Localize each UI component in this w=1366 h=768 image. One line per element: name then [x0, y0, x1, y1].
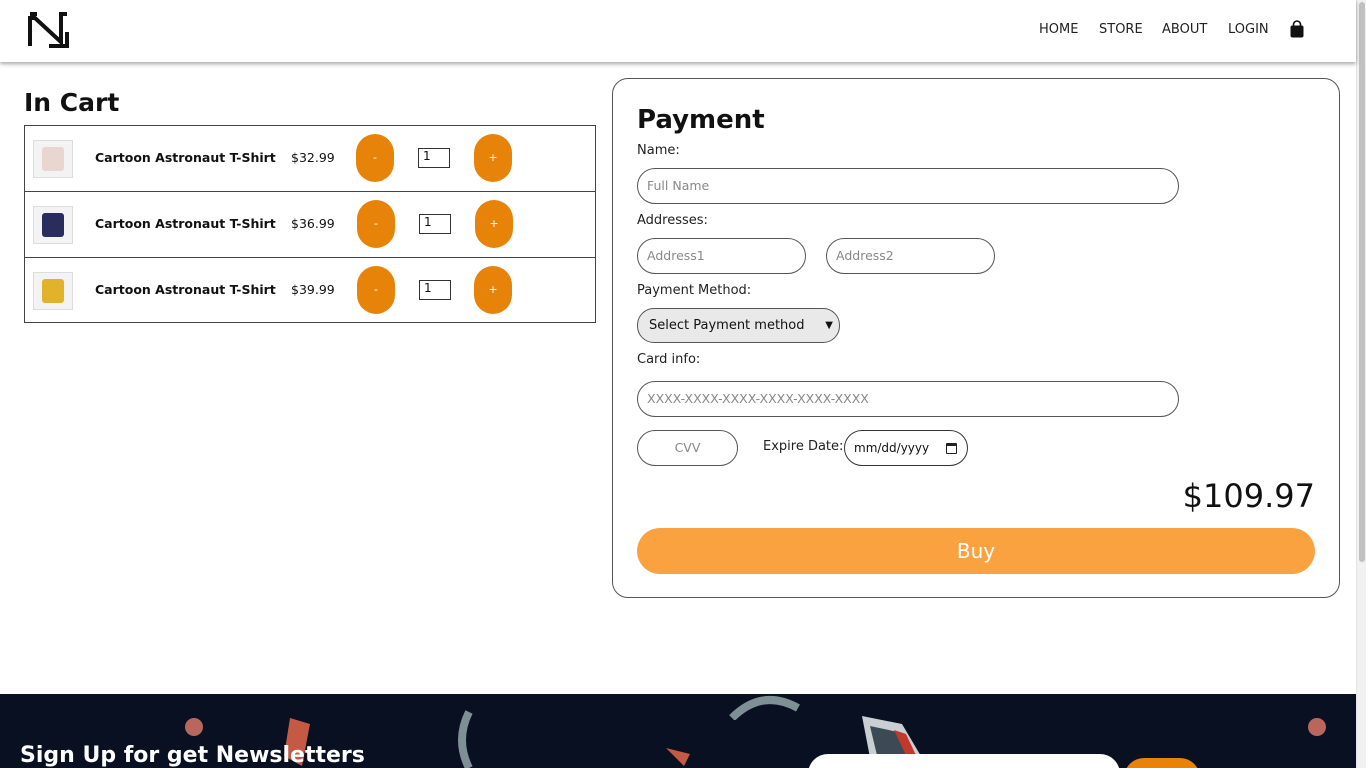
product-thumbnail[interactable] [33, 272, 73, 310]
cart-row: Cartoon Astronaut T-Shirt $36.99 - 1 + [25, 192, 595, 258]
expire-date-value: mm/dd/yyyy [854, 441, 930, 455]
addresses-label: Addresses: [637, 213, 708, 228]
cart-row: Cartoon Astronaut T-Shirt $32.99 - 1 + [25, 126, 595, 192]
cart-row: Cartoon Astronaut T-Shirt $39.99 - 1 + [25, 258, 595, 324]
payment-panel: Payment Name: Full Name Addresses: Addre… [612, 78, 1340, 598]
decrease-qty-button[interactable]: - [356, 134, 394, 182]
newsletter-footer: Sign Up for get Newsletters [0, 694, 1356, 768]
full-name-input[interactable]: Full Name [637, 168, 1179, 204]
newsletter-signup-button[interactable] [1124, 758, 1200, 768]
product-thumbnail[interactable] [33, 206, 73, 244]
product-name: Cartoon Astronaut T-Shirt [95, 282, 276, 297]
nav-home[interactable]: HOME [1039, 22, 1078, 37]
cart-title: In Cart [24, 88, 120, 117]
product-name: Cartoon Astronaut T-Shirt [95, 216, 276, 231]
increase-qty-button[interactable]: + [474, 134, 512, 182]
decoration-dot [185, 718, 203, 736]
expire-date-label: Expire Date: [763, 439, 844, 454]
shirt-image [42, 147, 64, 171]
order-total: $109.97 [1182, 477, 1315, 515]
shirt-image [42, 279, 64, 303]
decoration-shape [666, 748, 690, 766]
page-scrollbar[interactable] [1356, 0, 1366, 768]
expire-date-input[interactable]: mm/dd/yyyy [844, 430, 968, 466]
qty-input[interactable]: 1 [419, 214, 451, 234]
name-label: Name: [637, 143, 680, 158]
calendar-icon[interactable] [946, 443, 957, 454]
product-name: Cartoon Astronaut T-Shirt [95, 150, 276, 165]
qty-input[interactable]: 1 [418, 148, 450, 168]
payment-title: Payment [637, 105, 765, 135]
cart-table: Cartoon Astronaut T-Shirt $32.99 - 1 + C… [24, 125, 596, 323]
product-thumbnail[interactable] [33, 140, 73, 178]
decrease-qty-button[interactable]: - [357, 266, 395, 314]
nav-store[interactable]: STORE [1099, 22, 1143, 37]
site-header: HOME STORE ABOUT LOGIN [0, 0, 1356, 62]
decoration-shape [729, 696, 800, 720]
newsletter-email-input[interactable] [808, 754, 1120, 768]
increase-qty-button[interactable]: + [474, 266, 512, 314]
product-price: $39.99 [291, 282, 335, 297]
card-info-label: Card info: [637, 352, 701, 367]
address2-input[interactable]: Address2 [826, 238, 995, 274]
shopping-bag-icon[interactable] [1289, 20, 1305, 38]
nav-about[interactable]: ABOUT [1162, 22, 1207, 37]
scrollbar-thumb[interactable] [1359, 2, 1365, 562]
decrease-qty-button[interactable]: - [357, 200, 395, 248]
nav-login[interactable]: LOGIN [1228, 22, 1269, 37]
address1-input[interactable]: Address1 [637, 238, 806, 274]
chevron-down-icon: ▼ [825, 320, 833, 331]
payment-method-value: Select Payment method [649, 318, 805, 333]
shirt-image [42, 213, 64, 237]
decoration-dot [1308, 718, 1326, 736]
newsletter-title: Sign Up for get Newsletters [20, 743, 365, 768]
buy-button[interactable]: Buy [637, 528, 1315, 574]
brand-logo[interactable] [27, 12, 71, 48]
product-price: $32.99 [291, 150, 335, 165]
payment-method-select[interactable]: Select Payment method ▼ [637, 308, 840, 343]
decoration-shape [458, 710, 473, 768]
qty-input[interactable]: 1 [419, 280, 451, 300]
payment-method-label: Payment Method: [637, 283, 752, 298]
increase-qty-button[interactable]: + [475, 200, 513, 248]
card-number-input[interactable]: XXXX-XXXX-XXXX-XXXX-XXXX-XXXX [637, 381, 1179, 417]
cvv-input[interactable]: CVV [637, 430, 738, 466]
product-price: $36.99 [291, 216, 335, 231]
